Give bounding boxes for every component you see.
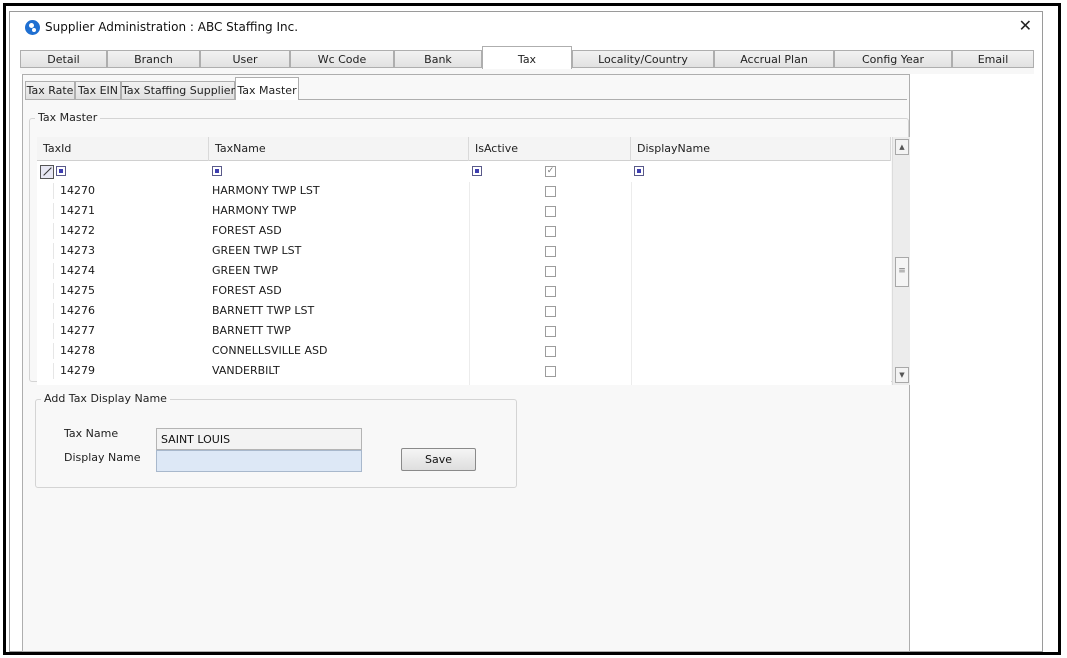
cell-taxid: 14272 xyxy=(60,224,95,237)
cell-taxid: 14271 xyxy=(60,204,95,217)
tab-locality-country[interactable]: Locality/Country xyxy=(572,50,714,68)
tab-config-year[interactable]: Config Year xyxy=(834,50,952,68)
tax-master-group: Tax Master TaxId TaxName IsActive Displa… xyxy=(29,111,910,385)
table-row[interactable]: 14273 GREEN TWP LST xyxy=(37,241,891,261)
table-row[interactable]: 14274 GREEN TWP xyxy=(37,261,891,281)
tab-bank[interactable]: Bank xyxy=(394,50,482,68)
cell-taxname: HARMONY TWP xyxy=(212,204,297,217)
cell-taxname: BARNETT TWP LST xyxy=(212,304,315,317)
row-selector[interactable] xyxy=(40,223,54,239)
isactive-checkbox[interactable] xyxy=(545,266,556,277)
table-row[interactable]: 14279 VANDERBILT xyxy=(37,361,891,381)
taxname-filter-icon[interactable] xyxy=(212,166,222,176)
scroll-thumb[interactable]: ≡ xyxy=(895,257,909,287)
tab-tax[interactable]: Tax xyxy=(482,46,572,69)
row-selector[interactable] xyxy=(40,263,54,279)
cell-taxname: BARNETT TWP xyxy=(212,324,291,337)
row-selector[interactable] xyxy=(40,283,54,299)
table-row[interactable]: 14270 HARMONY TWP LST xyxy=(37,181,891,201)
row-selector[interactable] xyxy=(40,343,54,359)
tax-name-label: Tax Name xyxy=(64,427,119,440)
tab-tax-ein[interactable]: Tax EIN xyxy=(75,81,121,99)
table-row[interactable]: 14276 BARNETT TWP LST xyxy=(37,301,891,321)
add-display-name-group-label: Add Tax Display Name xyxy=(41,392,170,405)
column-header-isactive[interactable]: IsActive xyxy=(469,137,631,161)
taxid-filter-icon[interactable] xyxy=(56,166,66,176)
scroll-up-icon[interactable]: ▲ xyxy=(895,139,909,155)
isactive-checkbox[interactable] xyxy=(545,306,556,317)
column-header-taxname[interactable]: TaxName xyxy=(209,137,469,161)
tab-branch[interactable]: Branch xyxy=(107,50,200,68)
column-header-displayname[interactable]: DisplayName xyxy=(631,137,891,161)
main-tab-strip: Detail Branch User Wc Code Bank Tax Loca… xyxy=(20,46,1034,69)
cell-taxname: FOREST ASD xyxy=(212,284,282,297)
cell-taxid: 14273 xyxy=(60,244,95,257)
tab-tax-master[interactable]: Tax Master xyxy=(235,77,299,100)
tab-wc-code[interactable]: Wc Code xyxy=(290,50,394,68)
isactive-checkbox[interactable] xyxy=(545,366,556,377)
tab-accrual-plan[interactable]: Accrual Plan xyxy=(714,50,834,68)
cell-taxname: GREEN TWP xyxy=(212,264,279,277)
table-row[interactable]: 14272 FOREST ASD xyxy=(37,221,891,241)
row-selector[interactable] xyxy=(40,303,54,319)
cell-taxname: FOREST ASD xyxy=(212,224,282,237)
isactive-checkbox[interactable] xyxy=(545,286,556,297)
row-selector[interactable] xyxy=(40,363,54,379)
tax-master-panel: Tax Master TaxId TaxName IsActive Displa… xyxy=(25,99,910,649)
display-name-label: Display Name xyxy=(64,451,141,464)
isactive-checkbox[interactable] xyxy=(545,206,556,217)
table-row[interactable]: 14275 FOREST ASD xyxy=(37,281,891,301)
tab-tax-rate[interactable]: Tax Rate xyxy=(25,81,75,99)
clear-filter-icon[interactable] xyxy=(40,165,54,179)
cell-taxid: 14275 xyxy=(60,284,95,297)
row-selector[interactable] xyxy=(40,243,54,259)
tab-user[interactable]: User xyxy=(200,50,290,68)
row-selector[interactable] xyxy=(40,203,54,219)
save-button[interactable]: Save xyxy=(401,448,476,471)
scroll-down-icon[interactable]: ▼ xyxy=(895,367,909,383)
table-row[interactable]: 14277 BARNETT TWP xyxy=(37,321,891,341)
grid-vertical-scrollbar[interactable]: ▲ ≡ ▼ xyxy=(892,137,910,385)
row-selector[interactable] xyxy=(40,323,54,339)
close-icon[interactable]: ✕ xyxy=(1019,18,1032,34)
isactive-checkbox[interactable] xyxy=(545,246,556,257)
cell-taxid: 14274 xyxy=(60,264,95,277)
isactive-filter-checkbox[interactable]: ✓ xyxy=(545,166,556,177)
grid-filter-row: ✓ xyxy=(37,162,891,182)
window-title: Supplier Administration : ABC Staffing I… xyxy=(45,20,299,34)
cell-taxid: 14279 xyxy=(60,364,95,377)
title-bar: Supplier Administration : ABC Staffing I… xyxy=(10,12,1042,42)
column-header-taxid[interactable]: TaxId xyxy=(37,137,209,161)
tax-master-group-label: Tax Master xyxy=(35,111,101,124)
app-logo-icon xyxy=(25,20,40,35)
cell-taxname: VANDERBILT xyxy=(212,364,280,377)
cell-taxname: HARMONY TWP LST xyxy=(212,184,320,197)
display-name-field[interactable] xyxy=(156,450,362,472)
supplier-admin-window: Supplier Administration : ABC Staffing I… xyxy=(9,11,1043,652)
isactive-filter-icon[interactable] xyxy=(472,166,482,176)
isactive-checkbox[interactable] xyxy=(545,226,556,237)
tax-master-grid: TaxId TaxName IsActive DisplayName ✓ 142… xyxy=(37,137,891,385)
cell-taxname: CONNELLSVILLE ASD xyxy=(212,344,328,357)
isactive-checkbox[interactable] xyxy=(545,186,556,197)
isactive-checkbox[interactable] xyxy=(545,326,556,337)
row-selector[interactable] xyxy=(40,183,54,199)
cell-taxid: 14277 xyxy=(60,324,95,337)
tab-email[interactable]: Email xyxy=(952,50,1034,68)
tax-content-panel: Tax Rate Tax EIN Tax Staffing Supplier T… xyxy=(22,74,910,652)
cell-taxid: 14276 xyxy=(60,304,95,317)
grid-header: TaxId TaxName IsActive DisplayName xyxy=(37,137,891,161)
table-row[interactable]: 14271 HARMONY TWP xyxy=(37,201,891,221)
tax-name-field[interactable] xyxy=(156,428,362,450)
displayname-filter-icon[interactable] xyxy=(634,166,644,176)
cell-taxname: GREEN TWP LST xyxy=(212,244,302,257)
add-display-name-group: Add Tax Display Name Tax Name Display Na… xyxy=(35,392,517,488)
cell-taxid: 14278 xyxy=(60,344,95,357)
cell-taxid: 14270 xyxy=(60,184,95,197)
tab-detail[interactable]: Detail xyxy=(20,50,107,68)
isactive-checkbox[interactable] xyxy=(545,346,556,357)
tab-tax-staffing-supplier[interactable]: Tax Staffing Supplier xyxy=(121,81,235,99)
table-row[interactable]: 14278 CONNELLSVILLE ASD xyxy=(37,341,891,361)
